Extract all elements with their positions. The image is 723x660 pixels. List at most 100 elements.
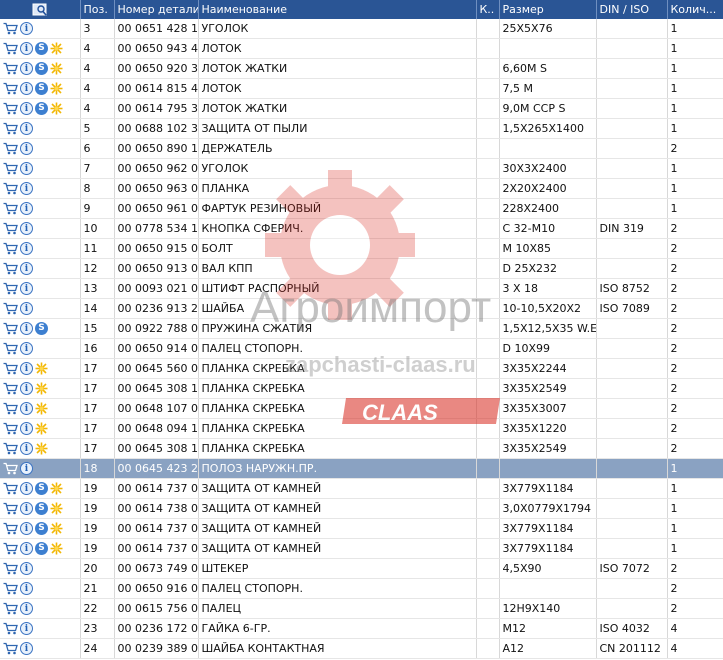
add-to-cart-icon[interactable] bbox=[3, 502, 18, 515]
table-row[interactable]: i S 4 00 0650 920 3 ЛОТОК ЖАТКИ 6,60M S1 bbox=[0, 58, 723, 79]
service-icon[interactable]: S bbox=[35, 102, 48, 116]
add-to-cart-icon[interactable] bbox=[3, 182, 18, 195]
table-row[interactable]: i 17 00 0645 560 0 ПЛАНКА СКРЕБКА 3X35X2244 2 bbox=[0, 358, 723, 379]
add-to-cart-icon[interactable] bbox=[3, 362, 18, 375]
info-icon[interactable]: i bbox=[20, 482, 33, 496]
table-row[interactable]: i S 19 00 0614 737 0 ЗАЩИТА ОТ КАМНЕЙ 3X779X1… bbox=[0, 538, 723, 559]
add-to-cart-icon[interactable] bbox=[3, 282, 18, 295]
add-to-cart-icon[interactable] bbox=[3, 322, 18, 335]
table-row[interactable]: i 5 00 0688 102 3 ЗАЩИТА ОТ ПЫЛИ 1,5X265X140… bbox=[0, 118, 723, 139]
table-row[interactable]: i 17 00 0645 308 1 ПЛАНКА СКРЕБКА 3X35X2549 2 bbox=[0, 378, 723, 399]
add-to-cart-icon[interactable] bbox=[3, 402, 18, 415]
column-header-part-number[interactable]: Номер детали bbox=[114, 0, 199, 19]
info-icon[interactable]: i bbox=[20, 622, 33, 636]
add-to-cart-icon[interactable] bbox=[3, 422, 18, 435]
add-to-cart-icon[interactable] bbox=[3, 62, 18, 75]
table-row[interactable]: i S 15 00 0922 788 0 ПРУЖИНА СЖАТИЯ 1,5X12,5X… bbox=[0, 318, 723, 339]
table-row[interactable]: i 23 00 0236 172 0 ГАЙКА 6-ГР. M12 ISO 4032 4 bbox=[0, 618, 723, 639]
add-to-cart-icon[interactable] bbox=[3, 42, 18, 55]
add-to-cart-icon[interactable] bbox=[3, 582, 18, 595]
add-to-cart-icon[interactable] bbox=[3, 382, 18, 395]
table-row[interactable]: i 16 00 0650 914 0 ПАЛЕЦ СТОПОРН. D 10X99 2 bbox=[0, 338, 723, 359]
info-icon[interactable]: i bbox=[20, 542, 33, 556]
add-to-cart-icon[interactable] bbox=[3, 542, 18, 555]
info-icon[interactable]: i bbox=[20, 262, 33, 276]
table-row[interactable]: i 7 00 0650 962 0 УГОЛОК 30X3X2400 1 bbox=[0, 158, 723, 179]
filter-icon[interactable] bbox=[32, 3, 48, 17]
table-row[interactable]: i 17 00 0645 308 1 ПЛАНКА СКРЕБКА 3X35X2549 2 bbox=[0, 438, 723, 459]
cart-icon[interactable] bbox=[3, 462, 18, 475]
service-icon[interactable]: S bbox=[35, 62, 48, 76]
column-header-size[interactable]: Размер bbox=[499, 0, 597, 19]
add-to-cart-icon[interactable] bbox=[3, 142, 18, 155]
add-to-cart-icon[interactable] bbox=[3, 302, 18, 315]
table-row[interactable]: i 14 00 0236 913 2 ШАЙБА 10-10,5X20X2 ISO 708… bbox=[0, 298, 723, 319]
info-icon[interactable]: i bbox=[20, 182, 33, 196]
table-row[interactable]: i 17 00 0648 094 1 ПЛАНКА СКРЕБКА 3X35X1220 2 bbox=[0, 418, 723, 439]
info-icon[interactable]: i bbox=[20, 602, 33, 616]
service-icon[interactable]: S bbox=[35, 502, 48, 516]
info-icon[interactable]: i bbox=[20, 162, 33, 176]
info-icon[interactable]: i bbox=[20, 302, 33, 316]
info-icon[interactable]: i bbox=[20, 362, 33, 376]
info-icon[interactable]: i bbox=[20, 222, 33, 236]
service-icon[interactable]: S bbox=[35, 42, 48, 56]
table-row[interactable]: i 24 00 0239 389 0 ШАЙБА КОНТАКТНАЯ A12 CN 20… bbox=[0, 638, 723, 659]
info-icon[interactable]: i bbox=[20, 122, 33, 136]
info-icon[interactable]: i bbox=[20, 102, 33, 116]
table-row[interactable]: i 3 00 0651 428 1 УГОЛОК 25X5X76 1 bbox=[0, 19, 723, 39]
add-to-cart-icon[interactable] bbox=[3, 602, 18, 615]
add-to-cart-icon[interactable] bbox=[3, 122, 18, 135]
table-row[interactable]: i S 19 00 0614 738 0 ЗАЩИТА ОТ КАМНЕЙ 3,0X077… bbox=[0, 498, 723, 519]
column-header-pos[interactable]: Поз. bbox=[80, 0, 115, 19]
column-header-name[interactable]: Наименование bbox=[198, 0, 477, 19]
info-icon[interactable]: i bbox=[20, 382, 33, 396]
table-row[interactable]: i 9 00 0650 961 0 ФАРТУК РЕЗИНОВЫЙ 228X2400 1 bbox=[0, 198, 723, 219]
table-row[interactable]: i S 19 00 0614 737 0 ЗАЩИТА ОТ КАМНЕЙ 3X779X1… bbox=[0, 478, 723, 499]
column-header-filter[interactable] bbox=[0, 0, 81, 19]
table-row[interactable]: i 11 00 0650 915 0 БОЛТ M 10X85 2 bbox=[0, 238, 723, 259]
table-row[interactable]: i 21 00 0650 916 0 ПАЛЕЦ СТОПОРН. 2 bbox=[0, 578, 723, 599]
table-row[interactable]: i 17 00 0648 107 0 ПЛАНКА СКРЕБКА 3X35X3007 2 bbox=[0, 398, 723, 419]
add-to-cart-icon[interactable] bbox=[3, 482, 18, 495]
info-icon[interactable]: i bbox=[20, 242, 33, 256]
add-to-cart-icon[interactable] bbox=[3, 622, 18, 635]
service-icon[interactable]: S bbox=[35, 542, 48, 556]
info-icon[interactable]: i bbox=[20, 502, 33, 516]
table-row[interactable]: i 13 00 0093 021 0 ШТИФТ РАСПОРНЫЙ 3 X 18 ISO… bbox=[0, 278, 723, 299]
info-icon[interactable]: i bbox=[20, 82, 33, 96]
service-icon[interactable]: S bbox=[35, 322, 48, 336]
info-icon[interactable]: i bbox=[20, 582, 33, 596]
info-icon[interactable]: i bbox=[20, 402, 33, 416]
info-icon[interactable]: i bbox=[20, 322, 33, 336]
add-to-cart-icon[interactable] bbox=[3, 562, 18, 575]
add-to-cart-icon[interactable] bbox=[3, 242, 18, 255]
add-to-cart-icon[interactable] bbox=[3, 262, 18, 275]
info-icon[interactable]: i bbox=[20, 342, 33, 356]
table-row[interactable]: i S 4 00 0614 795 3 ЛОТОК ЖАТКИ 9,0M CCP S1 bbox=[0, 98, 723, 119]
table-row[interactable]: i 8 00 0650 963 0 ПЛАНКА 2X20X2400 1 bbox=[0, 178, 723, 199]
info-icon[interactable]: i bbox=[20, 282, 33, 296]
table-row[interactable]: i 22 00 0615 756 0 ПАЛЕЦ 12H9X140 2 bbox=[0, 598, 723, 619]
table-row[interactable]: i 6 00 0650 890 1 ДЕРЖАТЕЛЬ 2 bbox=[0, 138, 723, 159]
info-icon[interactable]: i bbox=[20, 62, 33, 76]
info-icon[interactable]: i bbox=[20, 22, 33, 36]
info-icon[interactable]: i bbox=[20, 522, 33, 536]
add-to-cart-icon[interactable] bbox=[3, 342, 18, 355]
add-to-cart-icon[interactable] bbox=[3, 82, 18, 95]
info-icon[interactable]: i bbox=[20, 562, 33, 576]
table-row[interactable]: i 20 00 0673 749 0 ШТЕКЕР 4,5X90 ISO 7072 2 bbox=[0, 558, 723, 579]
table-row[interactable]: i 10 00 0778 534 1 КНОПКА СФЕРИЧ. C 32-M10 DI… bbox=[0, 218, 723, 239]
column-header-k[interactable]: К.. bbox=[476, 0, 500, 19]
info-icon[interactable]: i bbox=[20, 422, 33, 436]
table-row[interactable]: i S 19 00 0614 737 0 ЗАЩИТА ОТ КАМНЕЙ 3X779X1… bbox=[0, 518, 723, 539]
add-to-cart-icon[interactable] bbox=[3, 102, 18, 115]
service-icon[interactable]: S bbox=[35, 482, 48, 496]
add-to-cart-icon[interactable] bbox=[3, 202, 18, 215]
add-to-cart-icon[interactable] bbox=[3, 442, 18, 455]
info-icon[interactable]: i bbox=[20, 142, 33, 156]
table-row[interactable]: i S 4 00 0650 943 4 ЛОТОК 1 bbox=[0, 38, 723, 59]
service-icon[interactable]: S bbox=[35, 82, 48, 96]
table-row[interactable]: i 12 00 0650 913 0 ВАЛ КПП D 25X232 2 bbox=[0, 258, 723, 279]
add-to-cart-icon[interactable] bbox=[3, 22, 18, 35]
